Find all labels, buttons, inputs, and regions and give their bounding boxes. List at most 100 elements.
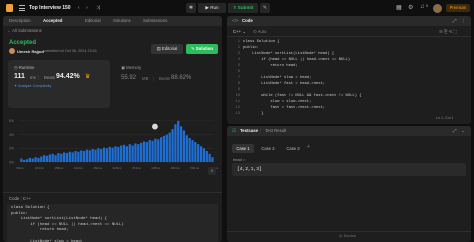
chart-bar[interactable] <box>45 155 49 162</box>
memory-card[interactable]: ▣ Memory 55.92 MB | Beats 88.62% <box>115 60 217 108</box>
chart-bar[interactable] <box>97 148 100 162</box>
chart-bar[interactable] <box>162 135 166 162</box>
chart-bar[interactable] <box>60 153 63 162</box>
chart-bar[interactable] <box>171 129 174 162</box>
zoom-icon[interactable]: ⌕ <box>208 167 216 175</box>
premium-button[interactable]: Premium <box>446 4 470 12</box>
chart-bar[interactable] <box>94 149 97 162</box>
case-1-button[interactable]: Case 1 <box>232 144 254 153</box>
chart-bar[interactable] <box>211 157 214 162</box>
case-2-button[interactable]: Case 2 <box>257 144 279 153</box>
tab-accepted[interactable]: Accepted <box>43 18 62 23</box>
chart-bar[interactable] <box>145 142 148 162</box>
analyze-complexity-link[interactable]: ✦ Analyze Complexity <box>14 83 51 88</box>
solution-button[interactable]: ✎ Solution <box>186 44 218 54</box>
chart-bar[interactable] <box>48 154 51 162</box>
chart-bar[interactable] <box>91 148 94 162</box>
chart-bar[interactable] <box>31 158 34 162</box>
run-button[interactable]: ▶ Run <box>198 3 226 13</box>
chart-bar[interactable] <box>114 146 117 162</box>
settings-icon[interactable]: ⚙ <box>408 4 413 11</box>
chart-bar[interactable] <box>128 144 131 162</box>
chart-bar[interactable] <box>205 151 208 162</box>
chart-bar[interactable] <box>28 157 32 162</box>
language-select[interactable]: C++ ⌄ <box>233 29 246 35</box>
chart-bar[interactable] <box>43 155 46 162</box>
chart-bar[interactable] <box>134 143 137 162</box>
chart-bar[interactable] <box>62 152 66 162</box>
chart-bar[interactable] <box>51 153 54 162</box>
chart-bar[interactable] <box>165 134 168 162</box>
tab-editorial[interactable]: Editorial <box>85 18 101 23</box>
problem-list-icon[interactable] <box>19 5 25 11</box>
chart-bar[interactable] <box>157 139 160 162</box>
auto-mode[interactable]: ⊙ Auto <box>253 29 266 35</box>
chart-bar[interactable] <box>68 151 71 162</box>
editor-toolbar-icons[interactable]: ☰ ⎘ ⟲ ⛶ <box>439 29 456 35</box>
chart-bar[interactable] <box>65 153 69 162</box>
user-position-marker[interactable] <box>151 123 159 131</box>
chart-bar[interactable] <box>120 145 123 162</box>
chart-bar[interactable] <box>191 140 194 162</box>
leetcode-logo-icon[interactable] <box>6 4 13 12</box>
chart-bar[interactable] <box>102 147 106 162</box>
chart-bar[interactable] <box>182 130 186 162</box>
more-icon[interactable]: ⋮ <box>461 18 466 24</box>
chart-bar[interactable] <box>57 153 60 162</box>
chart-bar[interactable] <box>179 126 183 162</box>
chart-bar[interactable] <box>108 146 111 162</box>
chart-bar[interactable] <box>105 148 109 162</box>
chart-bar[interactable] <box>122 144 126 162</box>
chart-bar[interactable] <box>202 148 206 162</box>
chart-bar[interactable] <box>188 138 191 162</box>
notification-bell-icon[interactable]: ♫ <box>420 4 425 10</box>
chart-bar[interactable] <box>34 157 37 162</box>
chart-bar[interactable] <box>74 151 77 162</box>
chart-bar[interactable] <box>174 124 177 162</box>
code-tab[interactable]: Code <box>242 18 253 23</box>
chart-bar[interactable] <box>151 140 154 162</box>
chart-bar[interactable] <box>80 150 83 162</box>
chart-bar[interactable] <box>159 137 163 162</box>
notes-icon[interactable]: ✎ <box>260 3 270 13</box>
shuffle-icon[interactable]: ⤨ <box>96 5 100 11</box>
tab-submissions[interactable]: Submissions <box>143 18 167 23</box>
chart-bar[interactable] <box>125 146 129 162</box>
chart-bar[interactable] <box>54 155 57 162</box>
chart-bar[interactable] <box>71 152 74 162</box>
chart-bar[interactable] <box>77 151 80 162</box>
testcase-tab[interactable]: Testcase <box>240 128 258 133</box>
submit-button[interactable]: ⇪ Submit <box>228 3 258 13</box>
add-case-icon[interactable]: + <box>307 144 310 150</box>
editor-code-area[interactable]: class Solution {public: ListNode* sortLi… <box>243 39 361 117</box>
chart-bar[interactable] <box>25 159 29 162</box>
chart-bar[interactable] <box>185 135 188 162</box>
test-result-tab[interactable]: Test Result <box>265 128 286 133</box>
editorial-button[interactable]: ▤ Editorial <box>151 44 183 54</box>
head-input-field[interactable]: [4,2,1,3] <box>232 163 466 176</box>
chart-bar[interactable] <box>140 142 143 162</box>
chart-bar[interactable] <box>100 148 103 162</box>
chart-bar[interactable] <box>111 147 114 162</box>
chart-bar[interactable] <box>82 151 86 162</box>
avatar[interactable] <box>433 4 442 13</box>
expand-icon[interactable]: ⤢ <box>453 18 457 23</box>
chart-bar[interactable] <box>40 156 43 162</box>
submitted-code-block[interactable]: class Solution {public: ListNode* sortLi… <box>7 204 218 242</box>
chart-bar[interactable] <box>23 159 26 162</box>
expand-icon[interactable]: ⤢ <box>453 128 457 133</box>
tab-description[interactable]: Description <box>9 18 31 23</box>
chart-bar[interactable] <box>142 141 146 162</box>
next-problem-icon[interactable]: › <box>86 5 88 11</box>
chart-bar[interactable] <box>148 140 151 162</box>
chart-bar[interactable] <box>88 150 91 162</box>
case-3-button[interactable]: Case 3 <box>282 144 304 153</box>
username[interactable]: Umesh Rajput <box>17 49 44 54</box>
chart-bar[interactable] <box>137 144 140 162</box>
back-to-submissions[interactable]: ← All Submissions <box>7 28 42 33</box>
chart-bar[interactable] <box>131 145 134 162</box>
chart-bar[interactable] <box>199 146 203 162</box>
collapse-icon[interactable]: ⌄ <box>461 128 465 134</box>
problem-list-title[interactable]: Top Interview 150 <box>29 5 71 11</box>
chart-bar[interactable] <box>208 153 211 162</box>
